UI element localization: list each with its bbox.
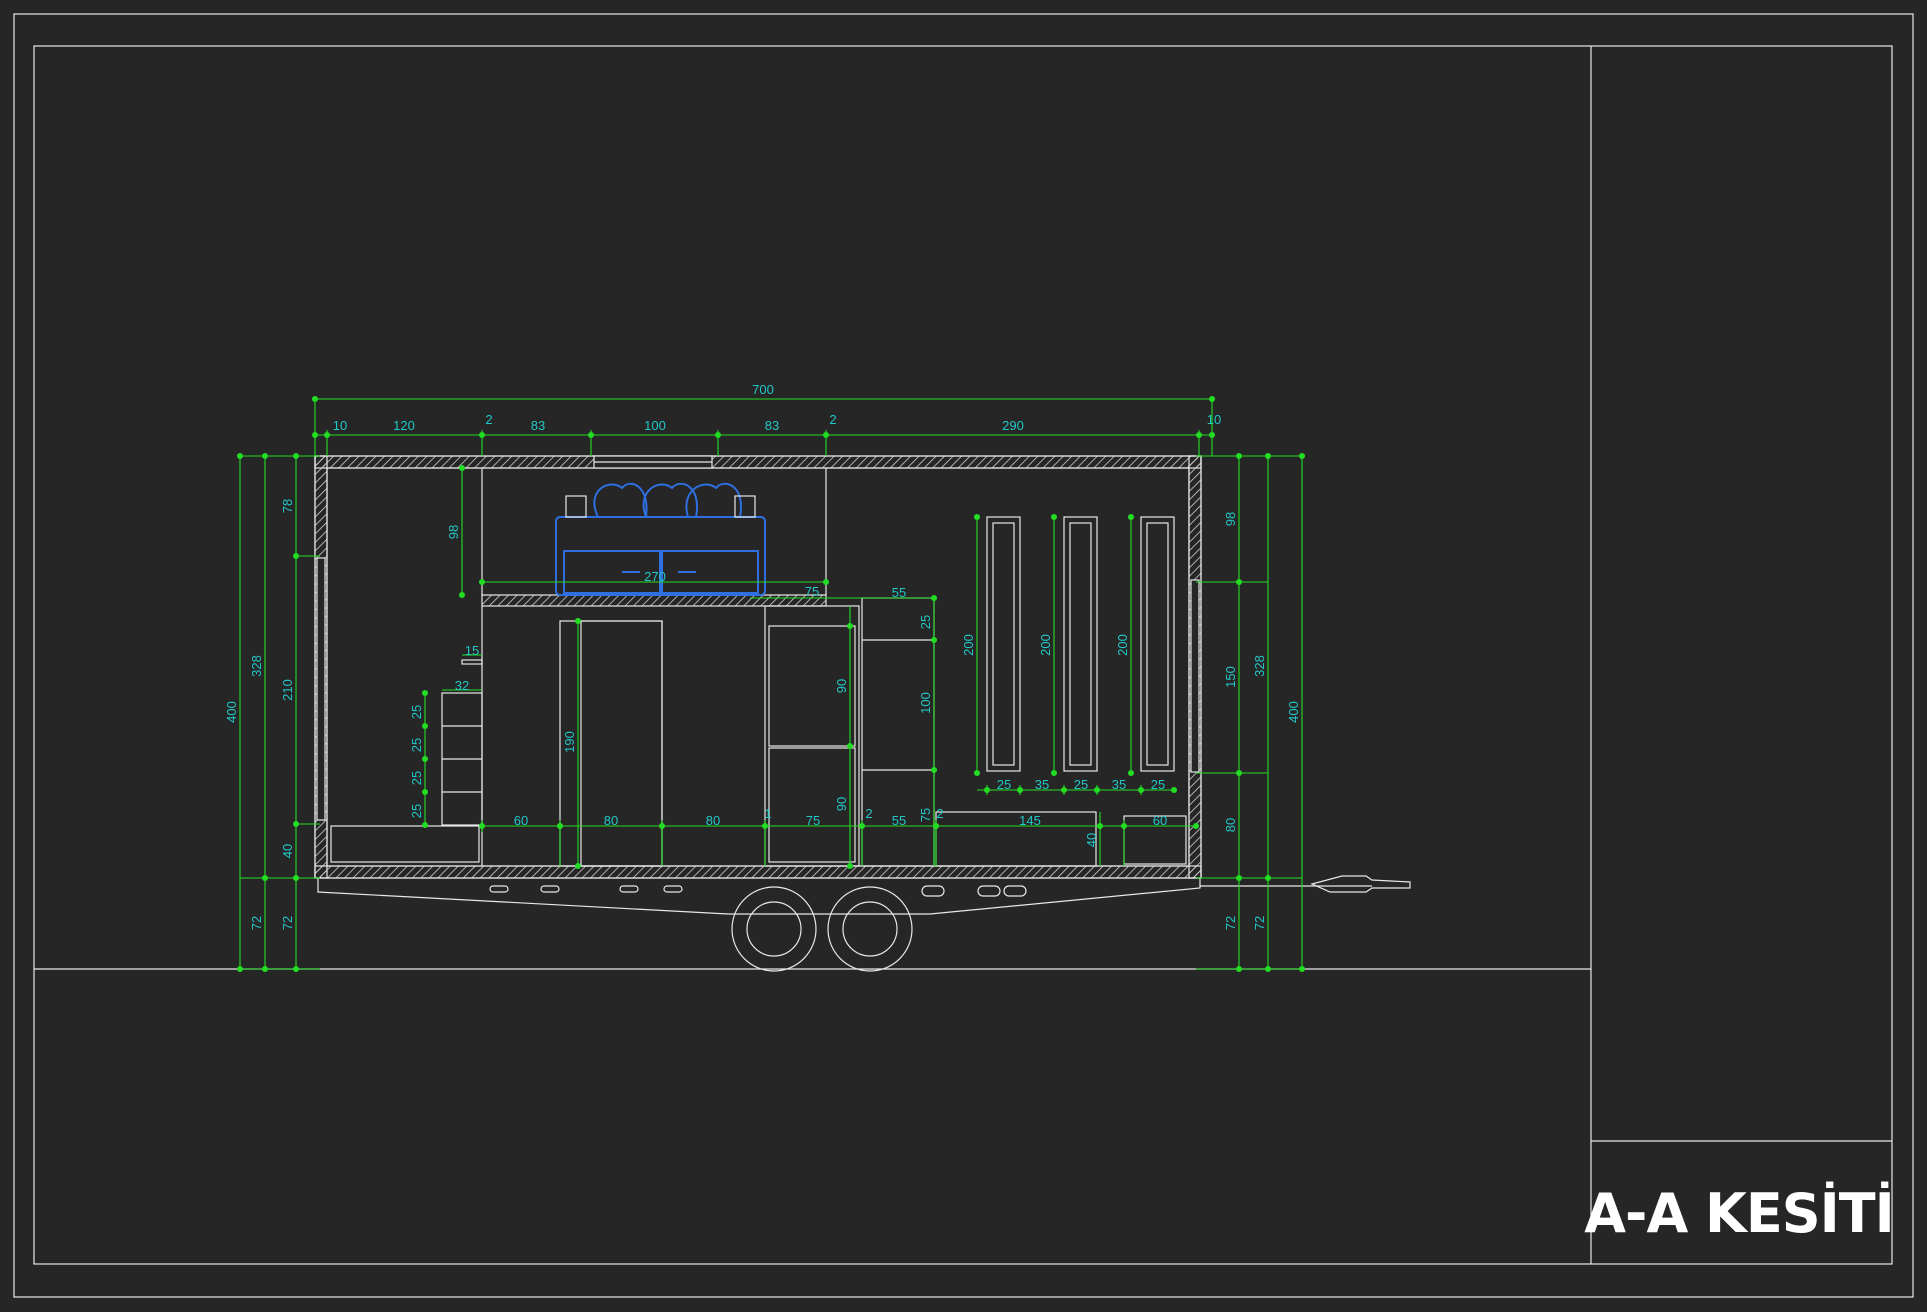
dim-window-chain-1: 25 xyxy=(997,777,1011,792)
drawing-title: A-A KESİTİ xyxy=(1584,1182,1893,1245)
dim-cabinet-bottom: 90 xyxy=(834,797,849,811)
dim-left-outer: 400 xyxy=(224,701,239,723)
dim-floor-7: 55 xyxy=(892,813,906,828)
dim-overall-length: 700 xyxy=(752,382,774,397)
wheel-rear xyxy=(827,886,913,972)
dim-top-2: 120 xyxy=(393,418,415,433)
dim-floor-4: 1 xyxy=(764,806,771,821)
dim-left-inner-2: 210 xyxy=(280,679,295,701)
dim-right-outer: 400 xyxy=(1286,701,1301,723)
dim-counter-height: 40 xyxy=(1084,833,1099,847)
dim-top-3: 2 xyxy=(485,412,492,427)
dim-floor-8: 2 xyxy=(936,806,943,821)
dim-loft-width: 270 xyxy=(644,569,666,584)
dim-top-6: 83 xyxy=(765,418,779,433)
dim-top-5: 100 xyxy=(644,418,666,433)
dim-door-height: 190 xyxy=(562,731,577,753)
dim-loft-height: 98 xyxy=(446,525,461,539)
dimension-lines xyxy=(239,398,1303,970)
dim-floor-3: 80 xyxy=(706,813,720,828)
dim-left-inner-3: 40 xyxy=(280,844,295,858)
dim-window-chain-5: 25 xyxy=(1151,777,1165,792)
dim-window-1-height: 200 xyxy=(961,634,976,656)
trailer-chassis xyxy=(317,875,1411,972)
dim-stairs-width: 32 xyxy=(455,678,469,693)
dim-right-chassis-2: 72 xyxy=(1252,916,1267,930)
dim-floor-5: 75 xyxy=(806,813,820,828)
dim-fridge-width: 55 xyxy=(892,585,906,600)
dim-fridge-mid: 100 xyxy=(918,692,933,714)
tiny-house-body xyxy=(314,455,1202,879)
dim-window-3-height: 200 xyxy=(1115,634,1130,656)
dim-left-mid: 328 xyxy=(249,655,264,677)
dim-fridge-bottom: 75 xyxy=(918,808,933,822)
dim-top-1: 10 xyxy=(333,418,347,433)
dim-stair-2: 25 xyxy=(409,738,424,752)
dim-floor-2: 80 xyxy=(604,813,618,828)
dim-fridge-top: 25 xyxy=(918,615,933,629)
dim-top-9: 10 xyxy=(1207,412,1221,427)
dimension-dots xyxy=(237,396,1305,972)
dim-top-8: 290 xyxy=(1002,418,1024,433)
dim-stair-1: 25 xyxy=(409,705,424,719)
dim-floor-1: 60 xyxy=(514,813,528,828)
dim-window-chain-3: 25 xyxy=(1074,777,1088,792)
dim-cabinet-top: 90 xyxy=(834,679,849,693)
cad-drawing-sheet: A-A KESİTİ 700 10 120 2 83 100 83 2 290 … xyxy=(13,13,1914,1298)
dim-stair-3: 25 xyxy=(409,771,424,785)
dim-stair-4: 25 xyxy=(409,804,424,818)
dim-right-inner-2: 150 xyxy=(1223,666,1238,688)
dim-shelf-width: 15 xyxy=(465,643,479,658)
dim-left-inner-1: 78 xyxy=(280,499,295,513)
dim-floor-9: 145 xyxy=(1019,813,1041,828)
dim-right-chassis-1: 72 xyxy=(1223,916,1238,930)
chassis-slots xyxy=(489,885,1027,897)
dim-window-chain-2: 35 xyxy=(1035,777,1049,792)
dim-window-2-height: 200 xyxy=(1038,634,1053,656)
dim-top-4: 83 xyxy=(531,418,545,433)
dim-floor-6: 2 xyxy=(865,806,872,821)
dim-left-chassis-1: 72 xyxy=(249,916,264,930)
dim-window-chain-4: 35 xyxy=(1112,777,1126,792)
dim-right-inner-3: 80 xyxy=(1223,818,1238,832)
dim-floor-10: 60 xyxy=(1153,813,1167,828)
dim-top-7: 2 xyxy=(829,412,836,427)
dim-right-mid: 328 xyxy=(1252,655,1267,677)
dim-right-inner-1: 98 xyxy=(1223,512,1238,526)
dim-loft-step: 75 xyxy=(805,584,819,599)
wheel-front xyxy=(731,886,817,972)
dim-left-chassis-2: 72 xyxy=(280,916,295,930)
